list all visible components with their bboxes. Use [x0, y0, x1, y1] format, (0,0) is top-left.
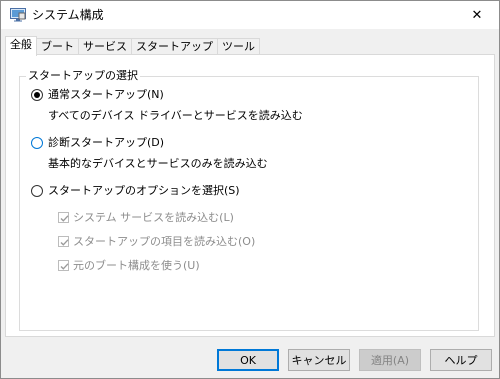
- cancel-button[interactable]: キャンセル: [288, 349, 350, 371]
- system-config-icon: [10, 8, 26, 22]
- help-button[interactable]: ヘルプ: [430, 349, 492, 371]
- tab-boot[interactable]: ブート: [36, 38, 79, 55]
- apply-button[interactable]: 適用(A): [359, 349, 421, 371]
- checkbox-indicator[interactable]: [58, 211, 69, 223]
- load-system-services-checkbox[interactable]: システム サービスを読み込む(L): [58, 210, 234, 224]
- use-original-boot-config-label: 元のブート構成を使う(U): [73, 259, 200, 272]
- diagnostic-startup-label[interactable]: 診断スタートアップ(D): [48, 136, 164, 150]
- tab-general[interactable]: 全般: [5, 36, 37, 56]
- load-system-services-label: システム サービスを読み込む(L): [73, 211, 234, 224]
- ok-button[interactable]: OK: [217, 349, 279, 371]
- close-button[interactable]: ✕: [455, 1, 499, 29]
- selective-startup-radio[interactable]: スタートアップのオプションを選択(S): [31, 184, 240, 198]
- radio-indicator[interactable]: [31, 185, 43, 197]
- tab-tools[interactable]: ツール: [217, 38, 260, 55]
- checkbox-indicator[interactable]: [58, 235, 69, 247]
- close-icon: ✕: [471, 7, 483, 23]
- checkmark-icon: [60, 214, 69, 222]
- window-title: システム構成: [32, 8, 104, 22]
- tab-strip: 全般 ブート サービス スタートアップ ツール: [5, 36, 260, 56]
- system-config-window: システム構成 ✕ 全般 ブート サービス スタートアップ ツール スタートアップ…: [0, 0, 500, 379]
- diagnostic-startup-radio[interactable]: 診断スタートアップ(D): [31, 136, 164, 150]
- checkmark-icon: [60, 262, 69, 270]
- use-original-boot-config-checkbox[interactable]: 元のブート構成を使う(U): [58, 258, 200, 272]
- group-title: スタートアップの選択: [26, 69, 140, 83]
- radio-indicator[interactable]: [31, 137, 43, 149]
- selective-startup-label[interactable]: スタートアップのオプションを選択(S): [48, 184, 240, 198]
- normal-startup-label[interactable]: 通常スタートアップ(N): [48, 88, 164, 102]
- title-bar[interactable]: システム構成 ✕: [1, 1, 499, 29]
- diagnostic-startup-description: 基本的なデバイスとサービスのみを読み込む: [48, 157, 268, 170]
- startup-selection-group: スタートアップの選択 通常スタートアップ(N) すべてのデバイス ドライバーとサ…: [19, 69, 479, 331]
- checkmark-icon: [60, 238, 69, 246]
- load-startup-items-label: スタートアップの項目を読み込む(O): [73, 235, 256, 248]
- tab-startup[interactable]: スタートアップ: [131, 38, 218, 55]
- normal-startup-radio[interactable]: 通常スタートアップ(N): [31, 88, 164, 102]
- checkbox-indicator[interactable]: [58, 259, 69, 271]
- general-tab-panel: スタートアップの選択 通常スタートアップ(N) すべてのデバイス ドライバーとサ…: [5, 54, 495, 337]
- normal-startup-description: すべてのデバイス ドライバーとサービスを読み込む: [48, 109, 303, 122]
- load-startup-items-checkbox[interactable]: スタートアップの項目を読み込む(O): [58, 234, 255, 248]
- tab-services[interactable]: サービス: [78, 38, 132, 55]
- radio-indicator[interactable]: [31, 89, 43, 101]
